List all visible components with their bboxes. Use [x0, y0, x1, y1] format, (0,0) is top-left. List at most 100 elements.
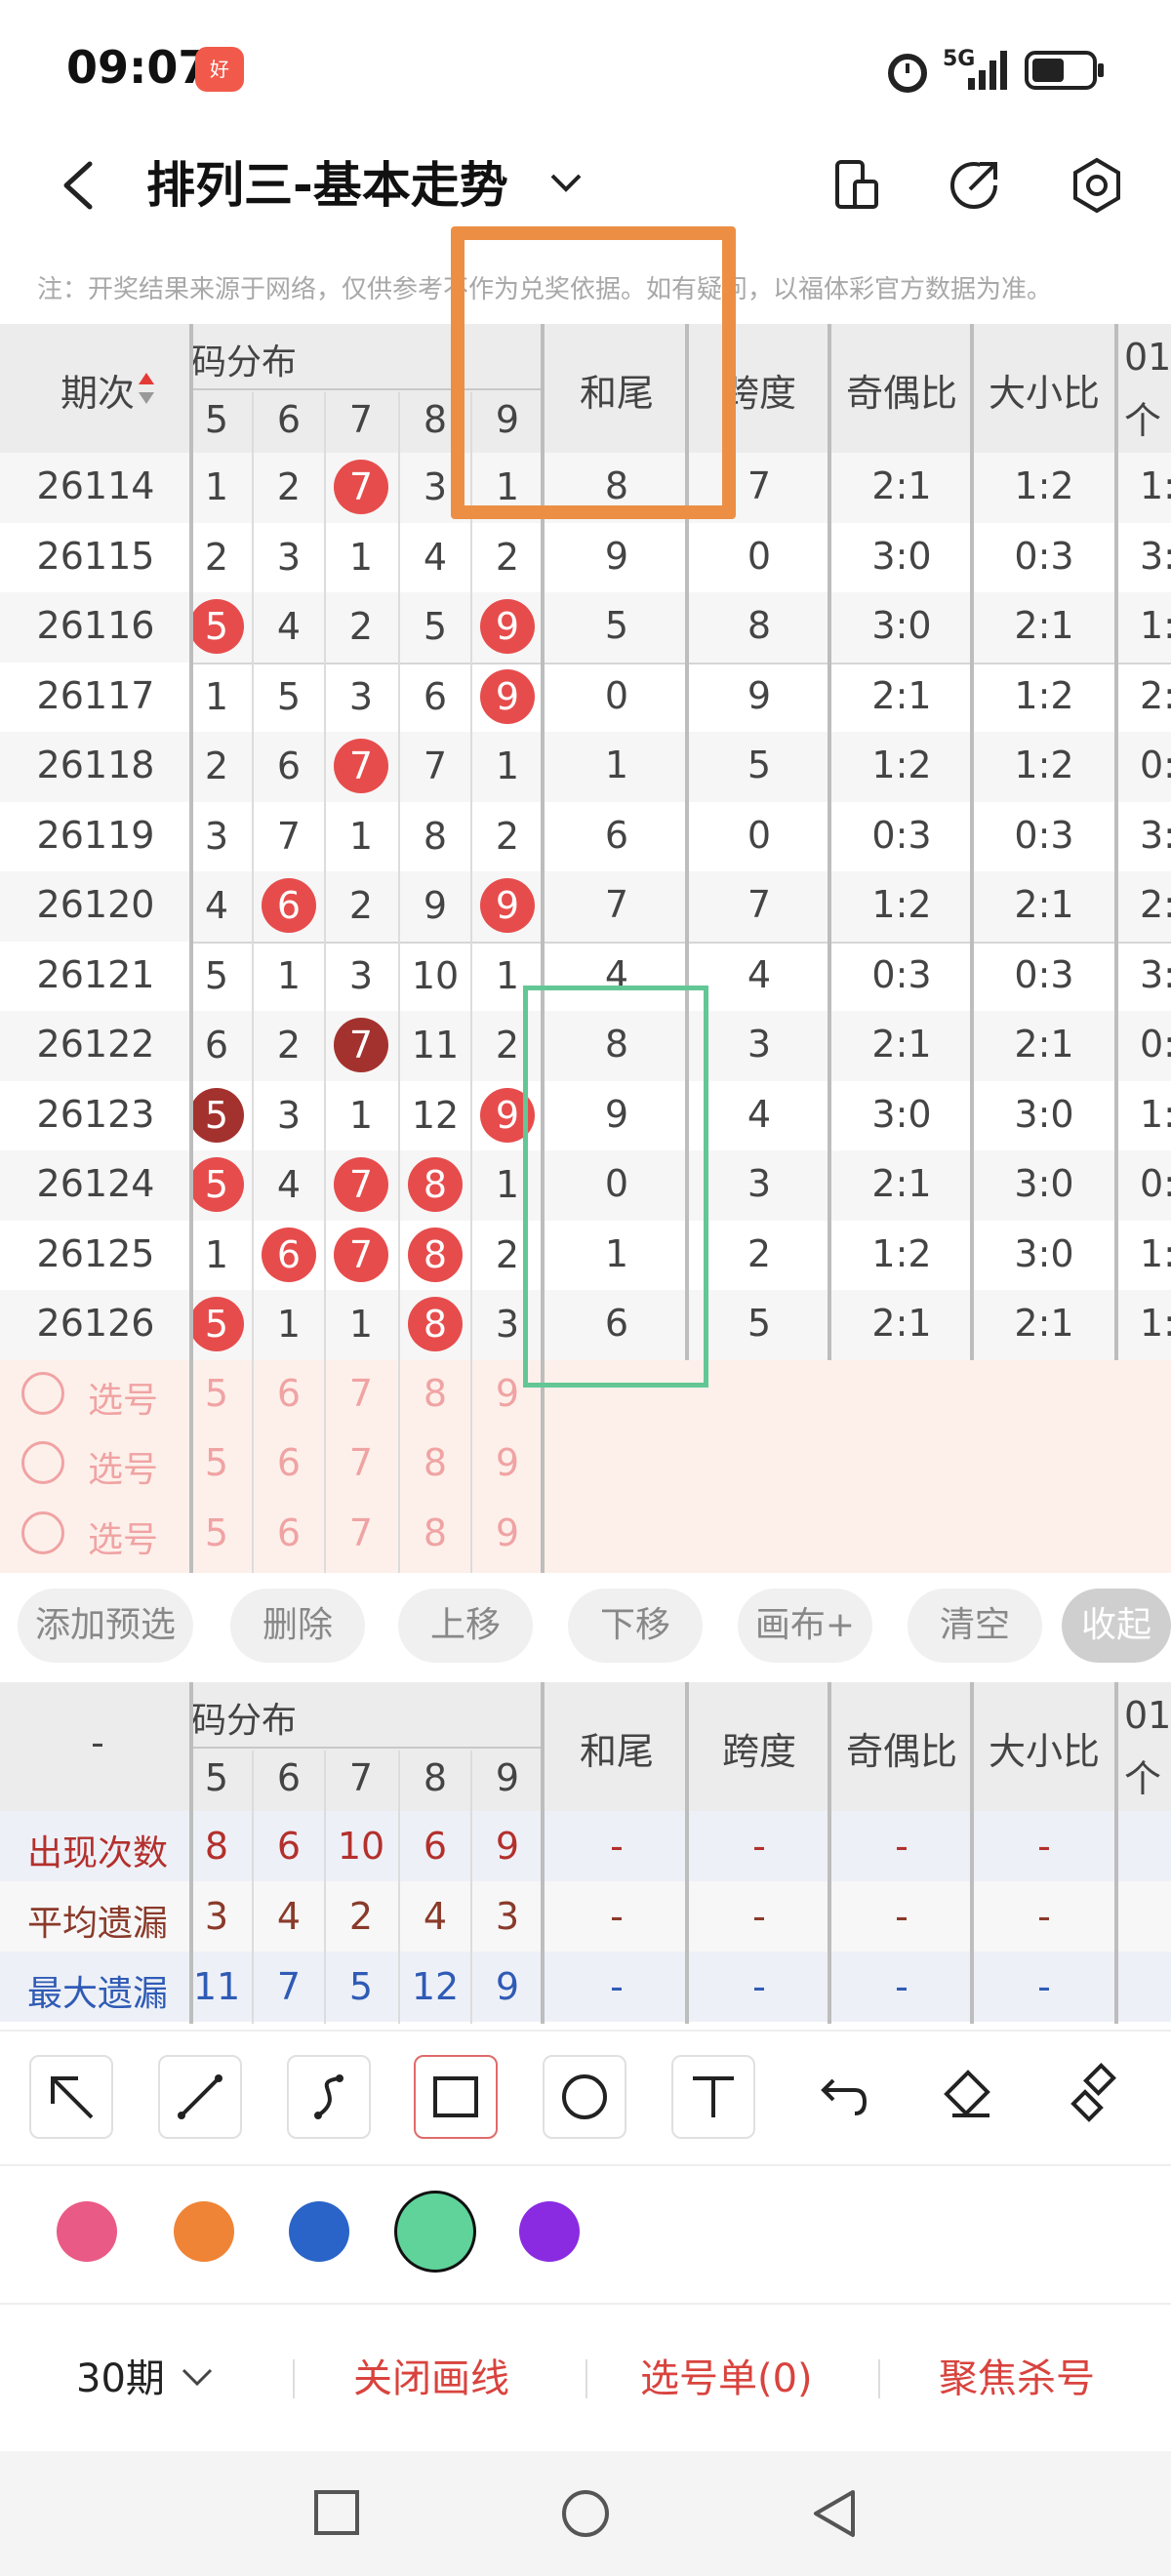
- stats-value: 6: [276, 1825, 302, 1868]
- group-divider: [191, 662, 1171, 664]
- color-swatch-1[interactable]: [174, 2201, 234, 2262]
- home-icon[interactable]: [560, 2488, 611, 2539]
- action-5-button[interactable]: 清空: [908, 1589, 1042, 1663]
- radio-circle-icon[interactable]: [21, 1441, 64, 1484]
- drawn-rectangle-orange[interactable]: [451, 226, 736, 519]
- color-swatch-0[interactable]: [57, 2201, 117, 2262]
- settings-icon[interactable]: [1068, 156, 1126, 215]
- period-cell: 26116: [36, 604, 155, 647]
- digit-cell: 1: [204, 1232, 229, 1276]
- digit-cell: 2: [204, 745, 229, 787]
- col-header-kd: 跨度: [721, 1730, 796, 1773]
- period-select[interactable]: 30期: [76, 2347, 217, 2403]
- stats-value: 8: [204, 1825, 229, 1868]
- chevron-down-icon[interactable]: [546, 164, 586, 203]
- col-divider: [541, 1682, 545, 2024]
- extra-cell: 2:: [1140, 883, 1171, 926]
- select-label: 选号: [88, 1519, 159, 1560]
- action-3-button[interactable]: 下移: [568, 1589, 703, 1663]
- select-row-toggle[interactable]: 选号: [21, 1508, 178, 1562]
- select-digit-7[interactable]: 7: [332, 1441, 390, 1484]
- tool-eraser-button[interactable]: [927, 2055, 1011, 2139]
- daxiao-cell: 0:3: [1014, 813, 1074, 857]
- hewei-cell: 9: [604, 534, 629, 578]
- action-1-button[interactable]: 删除: [230, 1589, 365, 1663]
- layout-switch-icon[interactable]: [828, 156, 886, 215]
- stats-dash: -: [752, 1825, 766, 1868]
- jiou-cell: 1:2: [871, 883, 932, 926]
- digit-cell: 4: [276, 605, 302, 648]
- digit-cell: 9: [476, 878, 539, 933]
- pick-list-button[interactable]: 选号单(0): [640, 2347, 813, 2403]
- digit-cell: 9: [476, 668, 539, 724]
- color-swatch-2[interactable]: [289, 2201, 349, 2262]
- kuadu-cell: 7: [747, 883, 772, 926]
- select-digit-5[interactable]: 5: [187, 1511, 246, 1554]
- action-0-button[interactable]: 添加预选: [18, 1589, 193, 1663]
- select-digit-7[interactable]: 7: [332, 1372, 390, 1415]
- digit-cell: 6: [258, 1227, 320, 1282]
- select-row-toggle[interactable]: 选号: [21, 1368, 178, 1423]
- radio-circle-icon[interactable]: [21, 1371, 64, 1415]
- action-6-button[interactable]: 收起: [1062, 1589, 1171, 1663]
- col-divider: [1114, 324, 1118, 1360]
- share-icon[interactable]: [945, 156, 1003, 215]
- tool-undo-button[interactable]: [800, 2055, 884, 2139]
- tool-arrow-button[interactable]: [29, 2055, 113, 2139]
- page-title[interactable]: 排列三-基本走势: [146, 146, 508, 217]
- select-digit-6[interactable]: 6: [260, 1511, 318, 1554]
- hit-ball: 7: [334, 1227, 388, 1282]
- back-icon[interactable]: [51, 156, 109, 215]
- digit-cell: 2: [348, 605, 374, 648]
- select-digit-8[interactable]: 8: [406, 1441, 464, 1484]
- digit-cell: 7: [276, 814, 302, 858]
- alarm-icon: [888, 54, 927, 93]
- select-digit-8[interactable]: 8: [406, 1511, 464, 1554]
- select-digit-9[interactable]: 9: [478, 1511, 537, 1554]
- digit-header-5: 5: [204, 398, 229, 441]
- period-cell: 26123: [36, 1092, 155, 1136]
- recents-icon[interactable]: [312, 2488, 361, 2537]
- digit-cell: 6: [204, 1024, 229, 1067]
- jiou-cell: 2:1: [871, 673, 932, 717]
- action-2-button[interactable]: 上移: [398, 1589, 533, 1663]
- digit-cell: 3: [348, 674, 374, 718]
- select-digit-6[interactable]: 6: [260, 1441, 318, 1484]
- drawn-rectangle-green[interactable]: [523, 986, 708, 1388]
- extra-cell: 1:: [1140, 1302, 1171, 1345]
- tool-clear-brush-button[interactable]: [1056, 2055, 1140, 2139]
- select-digit-5[interactable]: 5: [187, 1441, 246, 1484]
- digit-cell: 5: [185, 599, 248, 654]
- extra-cell: 1:: [1140, 1092, 1171, 1136]
- stats-value: 9: [495, 1965, 520, 2008]
- digit-cell: 1: [348, 814, 374, 858]
- close-draw-button[interactable]: 关闭画线: [353, 2347, 509, 2403]
- tool-text-button[interactable]: [671, 2055, 755, 2139]
- digit-header-6: 6: [276, 398, 302, 441]
- tool-circle-button[interactable]: [543, 2055, 626, 2139]
- period-cell: 26124: [36, 1162, 155, 1205]
- color-swatch-4[interactable]: [519, 2201, 580, 2262]
- digit-cell: 6: [258, 878, 320, 933]
- select-digit-9[interactable]: 9: [478, 1441, 537, 1484]
- kuadu-cell: 5: [747, 744, 772, 786]
- radio-circle-icon[interactable]: [21, 1510, 64, 1554]
- stats-corner: -: [91, 1721, 104, 1764]
- group-label: 码分布: [191, 342, 298, 382]
- color-swatch-3[interactable]: [394, 2191, 476, 2273]
- tool-rectangle-button[interactable]: [414, 2055, 498, 2139]
- select-digit-5[interactable]: 5: [187, 1372, 246, 1415]
- daxiao-cell: 0:3: [1014, 534, 1074, 578]
- back-nav-icon[interactable]: [810, 2488, 859, 2539]
- action-4-button[interactable]: 画布+: [738, 1589, 872, 1663]
- select-row-toggle[interactable]: 选号: [21, 1437, 178, 1492]
- tool-curve-button[interactable]: [287, 2055, 371, 2139]
- select-digit-6[interactable]: 6: [260, 1372, 318, 1415]
- select-digit-7[interactable]: 7: [332, 1511, 390, 1554]
- digit-cell: 3: [204, 814, 229, 858]
- select-digit-8[interactable]: 8: [406, 1372, 464, 1415]
- divider: [586, 2359, 587, 2398]
- sort-icon[interactable]: [137, 369, 156, 408]
- tool-line-button[interactable]: [158, 2055, 242, 2139]
- focus-kill-button[interactable]: 聚焦杀号: [939, 2347, 1095, 2403]
